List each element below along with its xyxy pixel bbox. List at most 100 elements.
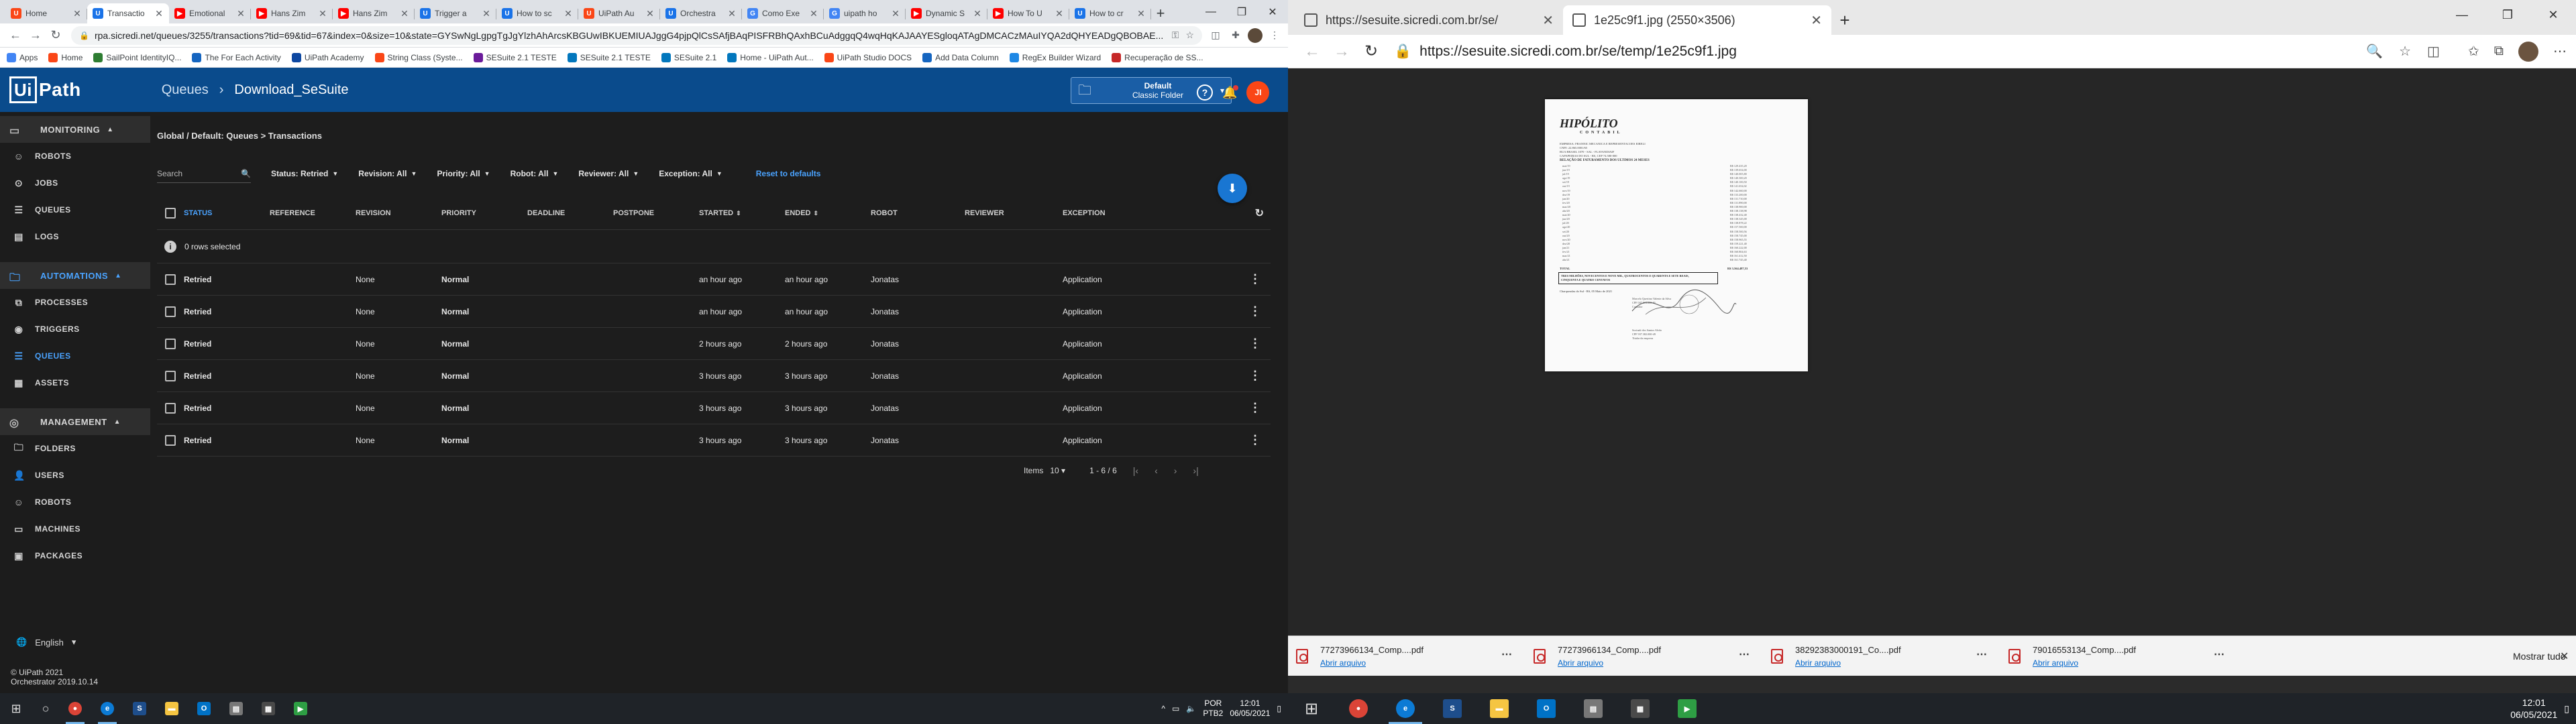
clock[interactable]: 12:01 06/05/2021 — [2510, 697, 2557, 721]
chrome-taskbar-icon[interactable]: ● — [1335, 693, 1382, 724]
row-checkbox[interactable] — [165, 370, 176, 381]
close-tab-icon[interactable]: ✕ — [318, 8, 327, 19]
windows-start-icon[interactable]: ⊞ — [0, 693, 32, 724]
key-icon[interactable]: ⚿ — [1172, 29, 1179, 41]
bookmark-item[interactable]: SESuite 2.1 TESTE — [473, 52, 557, 62]
row-checkbox[interactable] — [165, 306, 176, 317]
column-header-reference[interactable]: REFERENCE — [270, 209, 356, 217]
column-header-postpone[interactable]: POSTPONE — [613, 209, 699, 217]
volume-icon[interactable]: 🔈 — [1186, 704, 1196, 713]
next-page-icon[interactable]: › — [1174, 465, 1177, 476]
bookmark-item[interactable]: SailPoint IdentityIQ... — [93, 52, 181, 62]
chrome-taskbar-icon[interactable]: ● — [59, 693, 91, 724]
column-header-exception[interactable]: EXCEPTION — [1063, 209, 1210, 217]
edge-taskbar-icon[interactable]: e — [91, 693, 123, 724]
search-icon[interactable]: ○ — [32, 693, 59, 724]
reset-filters-link[interactable]: Reset to defaults — [756, 169, 821, 178]
new-tab-button[interactable]: + — [1151, 3, 1170, 23]
app-s-icon[interactable]: S — [1429, 693, 1476, 724]
row-checkbox[interactable] — [165, 434, 176, 446]
select-all-checkbox[interactable] — [165, 207, 176, 219]
browser-tab[interactable]: U Home ✕ — [5, 3, 87, 23]
sidebar-item-folders[interactable]: 🗀 FOLDERS — [0, 435, 150, 462]
sidebar-item-triggers[interactable]: ◉ TRIGGERS — [0, 316, 150, 343]
column-header-status[interactable]: STATUS — [184, 209, 270, 217]
calculator-icon[interactable]: ▦ — [252, 693, 284, 724]
profile-avatar[interactable] — [1248, 27, 1263, 43]
show-all-button[interactable]: Mostrar tudo — [2513, 651, 2566, 662]
reload-icon[interactable]: ↻ — [46, 25, 66, 46]
more-actions-icon[interactable]: ⋮ — [1249, 369, 1261, 383]
table-row[interactable]: Retried None Normal 3 hours ago 3 hours ago J… — [157, 360, 1271, 392]
sidebar-item-queues-monitoring[interactable]: ☰ QUEUES — [0, 196, 150, 223]
sidebar-item-logs[interactable]: ▤ LOGS — [0, 223, 150, 250]
close-tab-icon[interactable]: ✕ — [1136, 8, 1146, 19]
column-header-started[interactable]: STARTED ⇕ — [699, 209, 785, 217]
browser-tab[interactable]: ▶ Hans Zim ✕ — [333, 3, 415, 23]
star-icon[interactable]: ☆ — [1185, 29, 1194, 41]
reviewer-filter[interactable]: Reviewer: All ▼ — [578, 169, 639, 178]
bookmark-item[interactable]: Home — [48, 52, 83, 62]
profile-avatar[interactable] — [2518, 41, 2538, 62]
page-size-select[interactable]: 10 ▾ — [1050, 466, 1065, 475]
close-tab-icon[interactable]: ✕ — [973, 8, 982, 19]
sidebar-item-machines[interactable]: ▭ MACHINES — [0, 516, 150, 542]
browser-tab[interactable]: ▶ Dynamic S ✕ — [906, 3, 987, 23]
browser-tab[interactable]: U How to cr ✕ — [1069, 3, 1151, 23]
bookmark-item[interactable]: Recuperação de SS... — [1112, 52, 1203, 62]
uipath-studio-icon[interactable]: ▶ — [1664, 693, 1711, 724]
close-tab-icon[interactable]: ✕ — [236, 8, 246, 19]
notification-icon[interactable]: ▯ — [1277, 704, 1281, 713]
download-item[interactable]: 77273966134_Comp....pdf Abrir arquivo ⋯ — [1288, 640, 1525, 673]
close-tab-icon[interactable]: ✕ — [564, 8, 573, 19]
file-explorer-icon[interactable]: ▬ — [156, 693, 188, 724]
close-tab-icon[interactable]: ✕ — [482, 8, 491, 19]
back-icon[interactable]: ← — [5, 25, 25, 46]
column-header-revision[interactable]: REVISION — [356, 209, 441, 217]
notification-icon[interactable]: ▯ — [2564, 703, 2569, 715]
sidebar-item-jobs[interactable]: ⊙ JOBS — [0, 170, 150, 196]
open-file-link[interactable]: Abrir arquivo — [2033, 658, 2136, 668]
bookmark-item[interactable]: String Class (Syste... — [374, 52, 463, 62]
extension-icon[interactable]: ◫ — [2427, 43, 2440, 60]
sidebar-item-packages[interactable]: ▣ PACKAGES — [0, 542, 150, 569]
status-filter[interactable]: Status: Retried ▼ — [271, 169, 338, 178]
input-language[interactable]: POR PTB2 — [1203, 699, 1223, 719]
download-item[interactable]: 79016553134_Comp....pdf Abrir arquivo ⋯ — [2000, 640, 2238, 673]
clock[interactable]: 12:01 06/05/2021 — [1230, 699, 1270, 719]
outlook-icon[interactable]: O — [1523, 693, 1570, 724]
last-page-icon[interactable]: ›| — [1193, 465, 1198, 476]
forward-icon[interactable]: → — [1327, 42, 1356, 62]
more-options-icon[interactable]: ⋯ — [1739, 648, 1750, 661]
search-input[interactable]: Search 🔍 — [157, 164, 251, 183]
table-row[interactable]: Retried None Normal 2 hours ago 2 hours ago J… — [157, 328, 1271, 360]
chevron-up-icon[interactable]: ^ — [1161, 704, 1165, 713]
favorites-icon[interactable]: ✩ — [2468, 43, 2479, 60]
exception-filter[interactable]: Exception: All ▼ — [659, 169, 722, 178]
help-icon[interactable]: ? — [1197, 84, 1213, 101]
close-tab-icon[interactable]: ✕ — [1542, 12, 1554, 29]
maximize-icon[interactable]: ❐ — [2485, 0, 2530, 29]
uipath-logo[interactable]: Ui Path — [9, 76, 81, 103]
user-avatar[interactable]: JI — [1246, 81, 1270, 104]
app-icon[interactable]: ▤ — [220, 693, 252, 724]
bookmark-item[interactable]: Apps — [7, 52, 38, 62]
language-selector[interactable]: 🌐 English ▾ — [16, 637, 76, 648]
zoom-icon[interactable]: 🔍 — [2366, 43, 2383, 60]
more-actions-icon[interactable]: ⋮ — [1249, 304, 1261, 318]
close-icon[interactable]: ✕ — [2530, 0, 2576, 29]
robot-filter[interactable]: Robot: All ▼ — [511, 169, 559, 178]
browser-tab[interactable]: ▶ How To U ✕ — [987, 3, 1069, 23]
column-header-ended[interactable]: ENDED ⇕ — [785, 209, 871, 217]
prev-page-icon[interactable]: ‹ — [1155, 465, 1158, 476]
browser-tab[interactable]: Guipath ho ✕ — [824, 3, 906, 23]
close-icon[interactable]: ✕ — [1257, 0, 1288, 23]
priority-filter[interactable]: Priority: All ▼ — [437, 169, 490, 178]
menu-icon[interactable]: ⋯ — [2553, 43, 2567, 60]
table-row[interactable]: Retried None Normal an hour ago an hour ago J… — [157, 263, 1271, 296]
row-checkbox[interactable] — [165, 274, 176, 285]
uipath-studio-icon[interactable]: ▶ — [284, 693, 317, 724]
close-tab-icon[interactable]: ✕ — [1811, 12, 1822, 29]
bookmark-item[interactable]: The For Each Activity — [192, 52, 281, 62]
close-tab-icon[interactable]: ✕ — [891, 8, 900, 19]
